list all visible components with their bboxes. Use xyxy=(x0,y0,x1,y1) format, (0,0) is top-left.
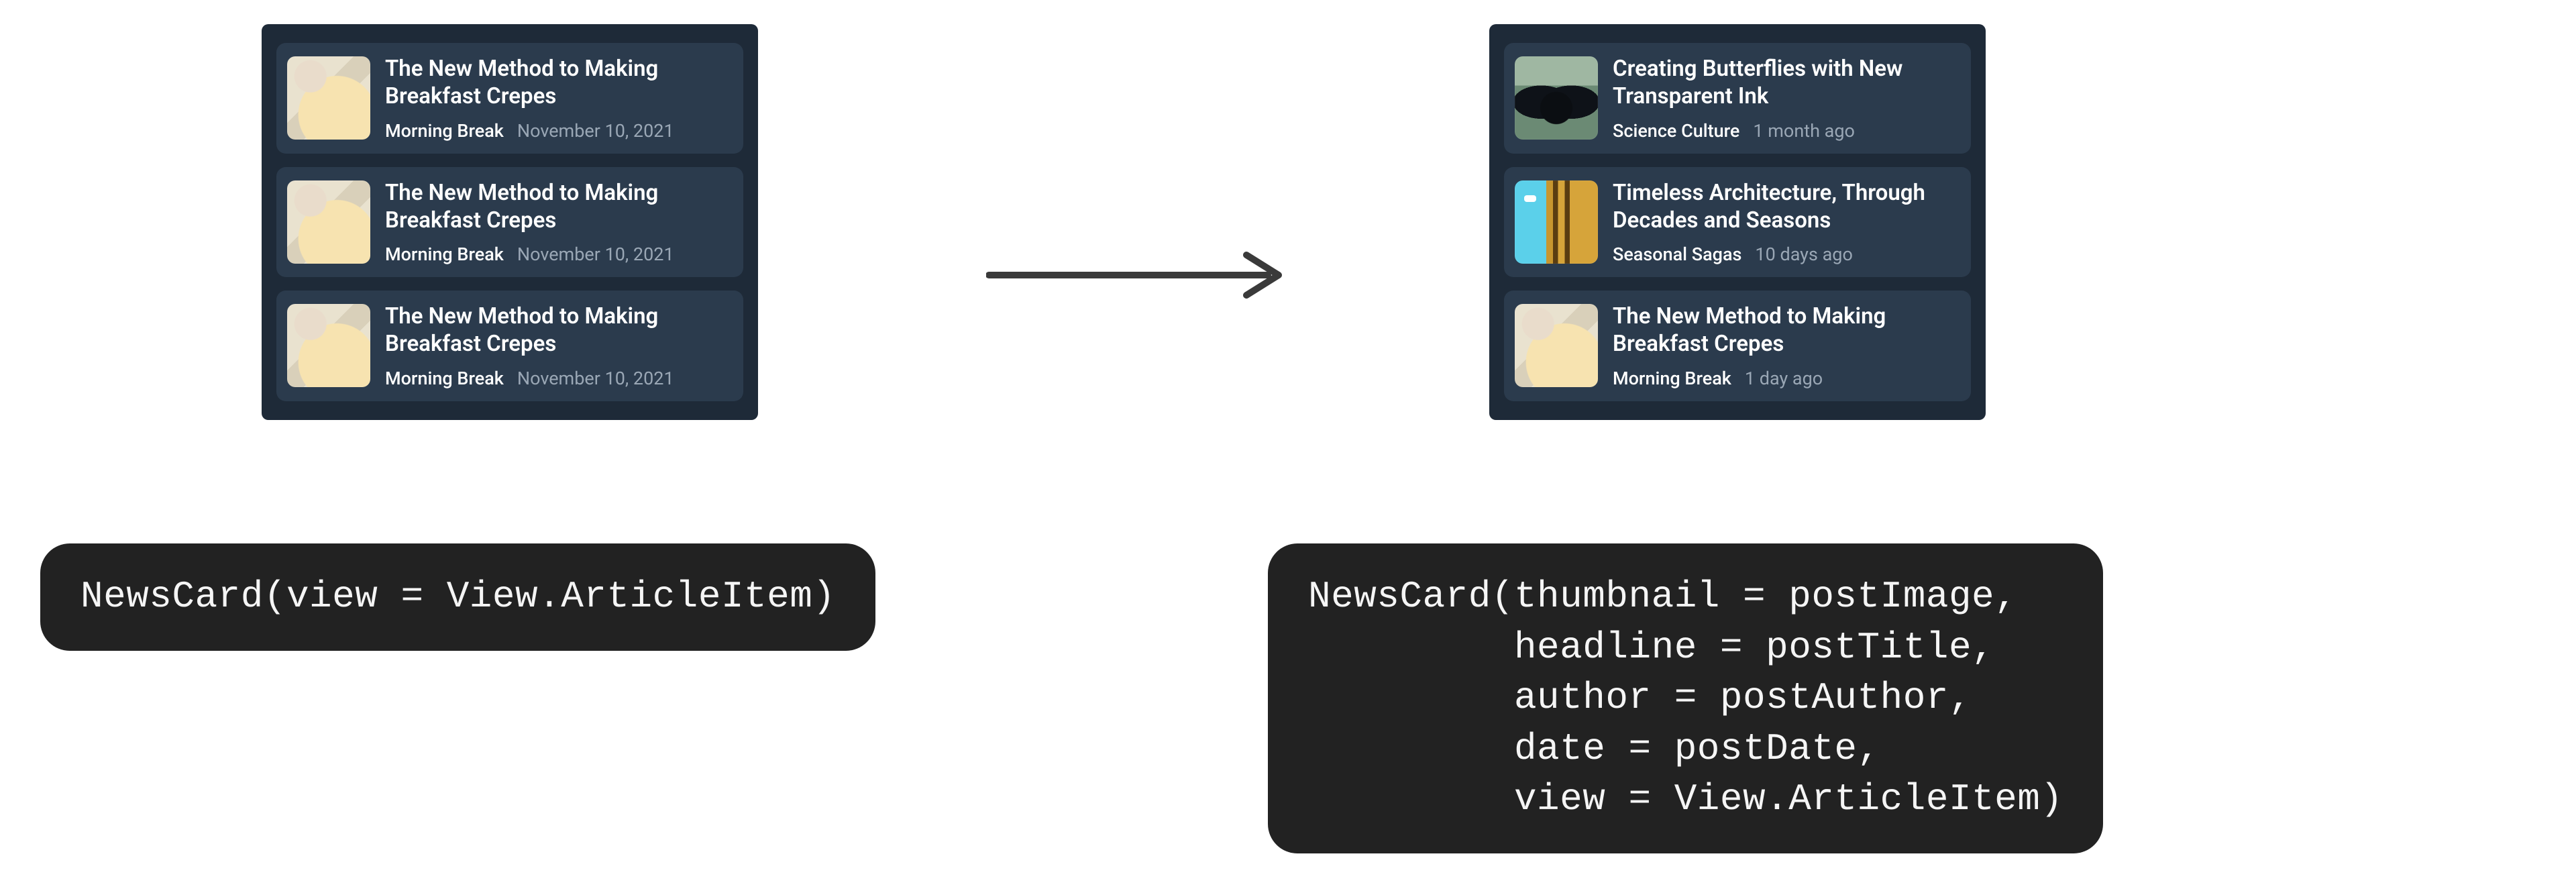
card-headline: The New Method to Making Breakfast Crepe… xyxy=(1613,303,1957,358)
news-card: The New Method to Making Breakfast Crepe… xyxy=(1504,291,1971,401)
news-panel-left: The New Method to Making Breakfast Crepe… xyxy=(262,24,758,420)
thumbnail-image xyxy=(1515,304,1598,387)
card-date: 1 month ago xyxy=(1753,120,1855,142)
card-text: The New Method to Making Breakfast Crepe… xyxy=(385,55,730,142)
news-card: Timeless Architecture, Through Decades a… xyxy=(1504,167,1971,278)
card-author: Morning Break xyxy=(1613,368,1731,389)
card-meta: Science Culture 1 month ago xyxy=(1613,120,1957,142)
thumbnail-image xyxy=(287,56,370,140)
card-text: The New Method to Making Breakfast Crepe… xyxy=(1613,303,1957,389)
card-date: November 10, 2021 xyxy=(517,120,674,142)
card-meta: Seasonal Sagas 10 days ago xyxy=(1613,244,1957,265)
card-meta: Morning Break November 10, 2021 xyxy=(385,120,730,142)
arrow-icon xyxy=(986,248,1295,302)
card-text: Timeless Architecture, Through Decades a… xyxy=(1613,179,1957,266)
code-snippet-right: NewsCard(thumbnail = postImage, headline… xyxy=(1268,543,2103,853)
card-date: 1 day ago xyxy=(1745,368,1823,389)
card-meta: Morning Break November 10, 2021 xyxy=(385,244,730,265)
card-headline: Timeless Architecture, Through Decades a… xyxy=(1613,179,1957,235)
card-headline: The New Method to Making Breakfast Crepe… xyxy=(385,55,730,111)
thumbnail-image xyxy=(1515,56,1598,140)
card-author: Morning Break xyxy=(385,368,504,389)
card-author: Seasonal Sagas xyxy=(1613,244,1741,265)
card-text: The New Method to Making Breakfast Crepe… xyxy=(385,303,730,389)
news-card: The New Method to Making Breakfast Crepe… xyxy=(276,291,743,401)
card-headline: The New Method to Making Breakfast Crepe… xyxy=(385,179,730,235)
card-headline: The New Method to Making Breakfast Crepe… xyxy=(385,303,730,358)
thumbnail-image xyxy=(1515,180,1598,264)
card-date: November 10, 2021 xyxy=(517,244,674,265)
news-panel-right: Creating Butterflies with New Transparen… xyxy=(1489,24,1986,420)
thumbnail-image xyxy=(287,304,370,387)
card-meta: Morning Break November 10, 2021 xyxy=(385,368,730,389)
news-card: The New Method to Making Breakfast Crepe… xyxy=(276,43,743,154)
card-date: November 10, 2021 xyxy=(517,368,674,389)
diagram-canvas: The New Method to Making Breakfast Crepe… xyxy=(0,0,2576,891)
card-text: Creating Butterflies with New Transparen… xyxy=(1613,55,1957,142)
thumbnail-image xyxy=(287,180,370,264)
card-headline: Creating Butterflies with New Transparen… xyxy=(1613,55,1957,111)
code-snippet-left: NewsCard(view = View.ArticleItem) xyxy=(40,543,875,651)
card-author: Morning Break xyxy=(385,120,504,142)
card-meta: Morning Break 1 day ago xyxy=(1613,368,1957,389)
card-date: 10 days ago xyxy=(1755,244,1852,265)
news-card: The New Method to Making Breakfast Crepe… xyxy=(276,167,743,278)
card-author: Morning Break xyxy=(385,244,504,265)
card-text: The New Method to Making Breakfast Crepe… xyxy=(385,179,730,266)
news-card: Creating Butterflies with New Transparen… xyxy=(1504,43,1971,154)
card-author: Science Culture xyxy=(1613,120,1739,142)
